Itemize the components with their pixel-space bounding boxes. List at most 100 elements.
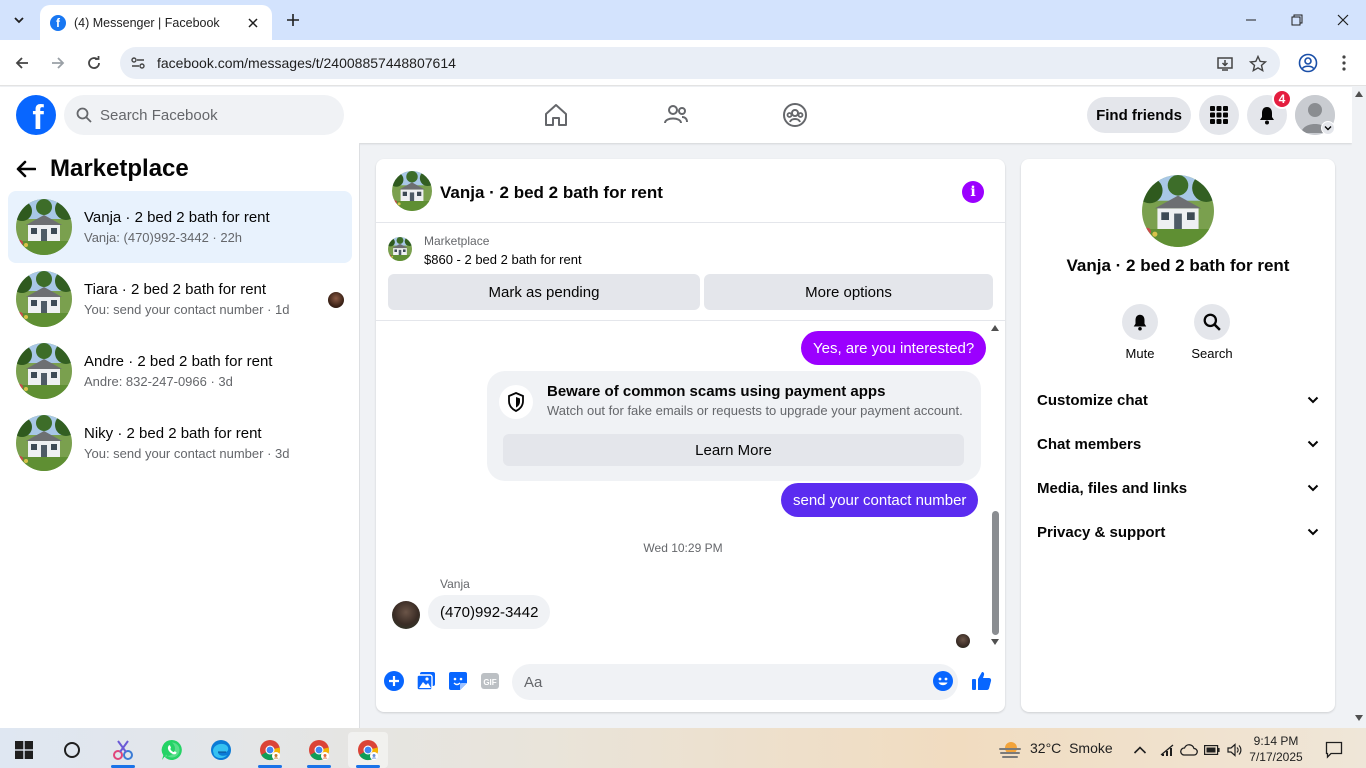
browser-tab-messenger[interactable]: f (4) Messenger | Facebook xyxy=(40,5,272,40)
tab-search-button[interactable] xyxy=(6,8,32,32)
scroll-thumb[interactable] xyxy=(992,511,999,635)
media-files-links-row[interactable]: Media, files and links xyxy=(1029,466,1327,510)
mute-button[interactable] xyxy=(1122,304,1158,340)
address-bar[interactable]: facebook.com/messages/t/2400885744880761… xyxy=(120,47,1280,79)
facebook-search[interactable] xyxy=(64,95,344,135)
tab-close-button[interactable] xyxy=(244,14,262,32)
scam-warning-card: Beware of common scams using payment app… xyxy=(487,371,981,481)
listing-price-title[interactable]: $860 - 2 bed 2 bath for rent xyxy=(424,252,582,267)
chevron-down-icon xyxy=(1324,126,1332,131)
nav-friends[interactable] xyxy=(656,95,696,135)
back-button[interactable] xyxy=(8,49,36,77)
chat-title[interactable]: Vanja · 2 bed 2 bath for rent xyxy=(440,183,663,203)
browser-menu-button[interactable] xyxy=(1330,49,1358,77)
windows-taskbar: 32°C Smoke 9:14 PM 7/17/2025 xyxy=(0,728,1366,768)
notification-center-button[interactable] xyxy=(1314,732,1354,768)
find-friends-button[interactable]: Find friends xyxy=(1087,97,1191,133)
send-like-button[interactable] xyxy=(970,669,994,693)
scroll-down-arrow-icon[interactable] xyxy=(991,639,999,645)
customize-chat-row[interactable]: Customize chat xyxy=(1029,378,1327,422)
sticker-button[interactable] xyxy=(446,669,470,693)
clock-time: 9:14 PM xyxy=(1253,734,1299,748)
message-input-wrapper[interactable] xyxy=(512,664,958,700)
browser-tabstrip: f (4) Messenger | Facebook xyxy=(0,0,1366,40)
chrome-icon xyxy=(309,740,330,761)
scroll-down-arrow-icon[interactable] xyxy=(1355,715,1363,721)
battery-status[interactable] xyxy=(1201,732,1223,768)
conversation-item[interactable]: Vanja · 2 bed 2 bath for rent Vanja: (47… xyxy=(8,191,352,263)
url-text[interactable]: facebook.com/messages/t/2400885744880761… xyxy=(157,55,456,71)
new-tab-button[interactable] xyxy=(282,9,304,31)
mute-action[interactable]: Mute xyxy=(1110,304,1170,361)
outgoing-message[interactable]: send your contact number xyxy=(781,483,979,517)
conversation-item[interactable]: Andre · 2 bed 2 bath for rent Andre: 832… xyxy=(8,335,352,407)
forward-button[interactable] xyxy=(44,49,72,77)
reload-icon xyxy=(88,56,100,69)
account-menu-caret[interactable] xyxy=(1321,121,1335,135)
chat-listing-thumbnail[interactable] xyxy=(392,171,432,211)
nav-groups[interactable] xyxy=(775,95,815,135)
start-button[interactable] xyxy=(4,732,44,768)
taskbar-app-chrome-2[interactable] xyxy=(299,732,339,768)
browser-profile-button[interactable] xyxy=(1294,49,1322,77)
taskbar-app-edge[interactable] xyxy=(201,732,241,768)
taskbar-clock[interactable]: 9:14 PM 7/17/2025 xyxy=(1244,733,1308,765)
sidebar-title: Marketplace xyxy=(50,155,189,182)
menu-button[interactable] xyxy=(1199,95,1239,135)
facebook-header: f Find friends xyxy=(0,87,1352,143)
chat-members-row[interactable]: Chat members xyxy=(1029,422,1327,466)
network-status[interactable] xyxy=(1156,732,1178,768)
restore-button[interactable] xyxy=(1274,6,1320,34)
more-actions-button[interactable] xyxy=(382,669,406,693)
message-input[interactable] xyxy=(524,673,904,691)
taskbar-app-whatsapp[interactable] xyxy=(152,732,192,768)
show-hidden-icons-button[interactable] xyxy=(1120,732,1160,768)
minimize-button[interactable] xyxy=(1228,6,1274,34)
mark-as-pending-button[interactable]: Mark as pending xyxy=(388,274,700,310)
page-scrollbar[interactable] xyxy=(1352,87,1366,728)
search-taskbar-button[interactable] xyxy=(52,732,92,768)
search-in-conversation-button[interactable] xyxy=(1194,304,1230,340)
outgoing-message[interactable]: Yes, are you interested? xyxy=(801,331,987,365)
thumbs-up-icon xyxy=(972,672,992,690)
weather-text[interactable]: 32°C Smoke xyxy=(1030,740,1113,756)
reload-button[interactable] xyxy=(80,49,108,77)
volume-status[interactable] xyxy=(1224,732,1246,768)
more-options-button[interactable]: More options xyxy=(704,274,993,310)
weather-temp: 32°C xyxy=(1030,740,1062,756)
scroll-up-arrow-icon[interactable] xyxy=(1355,91,1363,97)
install-app-button[interactable] xyxy=(1214,53,1236,75)
row-label: Media, files and links xyxy=(1037,479,1188,497)
chevron-down-icon xyxy=(1307,396,1319,404)
taskbar-app-chrome-3[interactable] xyxy=(348,732,388,768)
message-scrollbar[interactable] xyxy=(989,321,1001,655)
scroll-up-arrow-icon[interactable] xyxy=(991,325,999,331)
facebook-search-input[interactable] xyxy=(100,106,320,124)
conversation-name: Vanja · 2 bed 2 bath for rent xyxy=(84,209,270,226)
site-info-icon[interactable] xyxy=(128,53,148,73)
facebook-logo-icon[interactable]: f xyxy=(16,95,56,135)
conversation-item[interactable]: Tiara · 2 bed 2 bath for rent You: send … xyxy=(8,263,352,335)
bookmark-button[interactable] xyxy=(1247,53,1269,75)
arrow-left-icon[interactable] xyxy=(16,160,36,178)
weather-widget[interactable] xyxy=(990,732,1030,768)
attach-photo-button[interactable] xyxy=(414,669,438,693)
listing-thumbnail[interactable] xyxy=(388,237,412,261)
onedrive-status[interactable] xyxy=(1178,732,1200,768)
incoming-message[interactable]: (470)992-3442 xyxy=(428,595,551,629)
info-icon[interactable]: i xyxy=(962,181,984,203)
learn-more-button[interactable]: Learn More xyxy=(503,434,964,466)
privacy-support-row[interactable]: Privacy & support xyxy=(1029,510,1327,554)
taskbar-app-snipping[interactable] xyxy=(103,732,143,768)
search-action[interactable]: Search xyxy=(1182,304,1242,361)
taskbar-app-chrome-1[interactable] xyxy=(250,732,290,768)
listing-thumbnail[interactable] xyxy=(1142,175,1214,247)
nav-home[interactable] xyxy=(536,95,576,135)
emoji-button[interactable] xyxy=(931,669,955,693)
conversation-item[interactable]: Niky · 2 bed 2 bath for rent You: send y… xyxy=(8,407,352,479)
gif-button[interactable]: GIF xyxy=(478,669,502,693)
home-icon xyxy=(545,104,567,126)
search-icon xyxy=(76,107,92,123)
close-window-button[interactable] xyxy=(1320,6,1366,34)
sender-avatar[interactable] xyxy=(392,601,420,629)
